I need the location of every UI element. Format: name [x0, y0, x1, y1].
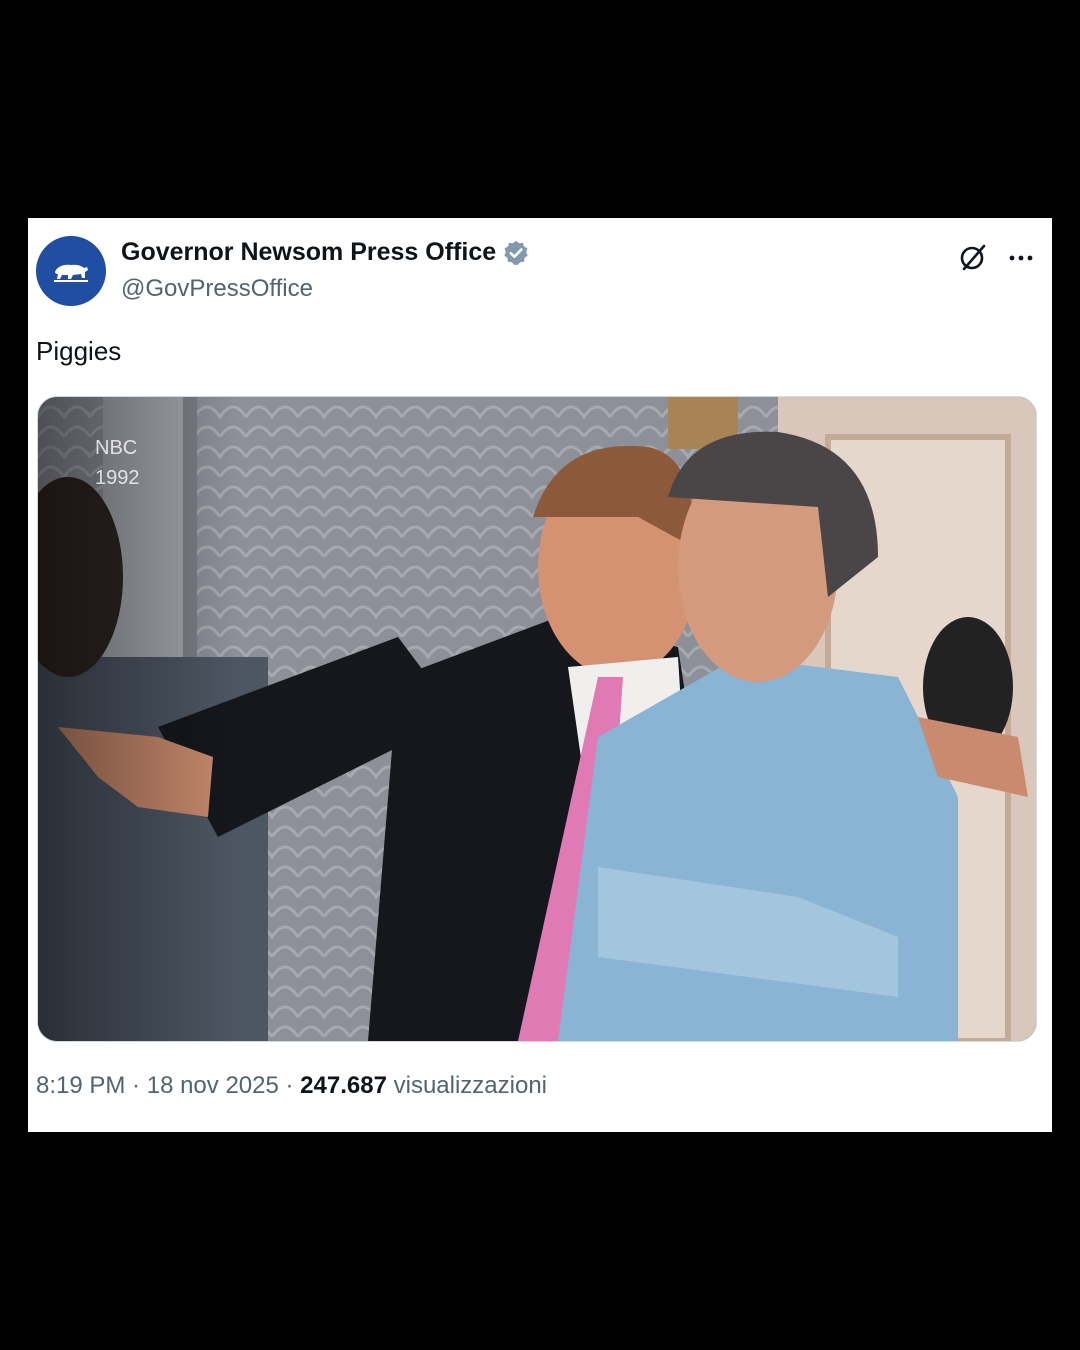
watermark-network: NBC [95, 437, 138, 459]
more-options-icon[interactable] [1004, 240, 1038, 274]
tweet-meta: 8:19 PM · 18 nov 2025 · 247.687 visualiz… [36, 1072, 547, 1100]
photo-watermark: NBC 1992 [95, 433, 140, 493]
tweet-time[interactable]: 8:19 PM [36, 1072, 125, 1099]
profile-avatar[interactable] [36, 236, 106, 306]
tweet-card: Governor Newsom Press Office @GovPressOf… [28, 218, 1052, 1132]
tweet-text: Piggies [36, 336, 122, 366]
verified-badge-icon [504, 240, 528, 265]
meta-separator: · [125, 1072, 147, 1099]
california-bear-icon [54, 264, 88, 282]
tweet-photo[interactable]: NBC 1992 [37, 396, 1037, 1042]
tweet-date[interactable]: 18 nov 2025 [147, 1072, 279, 1099]
meta-separator: · [278, 1072, 301, 1099]
author-display-name[interactable]: Governor Newsom Press Office [121, 238, 496, 267]
grok-icon[interactable] [956, 240, 990, 274]
author-handle[interactable]: @GovPressOffice [121, 275, 313, 303]
views-label: visualizzazioni [393, 1072, 548, 1099]
views-count: 247.687 [300, 1072, 387, 1099]
watermark-year: 1992 [95, 467, 140, 489]
photo-scene [38, 397, 1036, 1041]
author-name-row[interactable]: Governor Newsom Press Office [121, 238, 530, 267]
